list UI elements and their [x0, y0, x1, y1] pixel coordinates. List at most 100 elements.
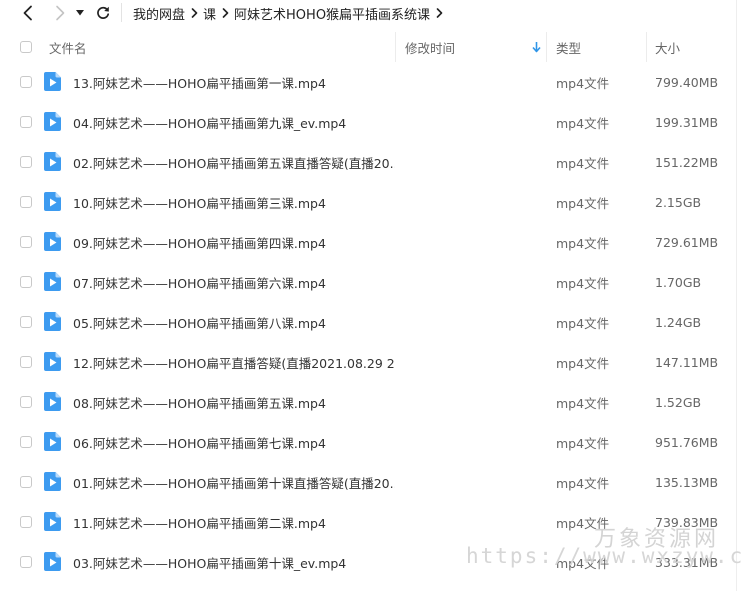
file-name[interactable]: 03.阿妹艺术——HOHO扁平插画第十课_ev.mp4	[73, 542, 395, 582]
row-checkbox[interactable]	[20, 356, 32, 368]
file-type: mp4文件	[556, 435, 610, 451]
table-row[interactable]: 05.阿妹艺术——HOHO扁平插画第八课.mp4 mp4文件 1.24GB	[0, 302, 743, 342]
file-size: 147.11MB	[655, 354, 719, 370]
table-row[interactable]: 07.阿妹艺术——HOHO扁平插画第六课.mp4 mp4文件 1.70GB	[0, 262, 743, 302]
file-browser-window: 我的网盘 课 阿妹艺术HOHO猴扁平插画系统课 文件名 修改时间 类型 大小 1…	[0, 0, 743, 591]
file-size: 199.31MB	[655, 114, 719, 130]
table-row[interactable]: 02.阿妹艺术——HOHO扁平插画第五课直播答疑(直播20... mp4文件 151…	[0, 142, 743, 182]
table-row[interactable]: 10.阿妹艺术——HOHO扁平插画第三课.mp4 mp4文件 2.15GB	[0, 182, 743, 222]
file-type: mp4文件	[556, 75, 610, 91]
file-type: mp4文件	[556, 555, 610, 571]
file-type: mp4文件	[556, 355, 610, 371]
caret-down-icon	[76, 10, 84, 16]
video-file-icon	[44, 232, 61, 251]
file-type: mp4文件	[556, 475, 610, 491]
chevron-right-icon[interactable]	[430, 0, 448, 26]
row-checkbox[interactable]	[20, 76, 32, 88]
file-size: 1.70GB	[655, 274, 702, 290]
back-button[interactable]	[14, 0, 42, 26]
video-file-icon	[44, 472, 61, 491]
row-checkbox[interactable]	[20, 516, 32, 528]
file-name[interactable]: 01.阿妹艺术——HOHO扁平插画第十课直播答疑(直播20...	[73, 462, 395, 502]
file-size: 799.40MB	[655, 74, 719, 90]
video-file-icon	[44, 152, 61, 171]
table-row[interactable]: 03.阿妹艺术——HOHO扁平插画第十课_ev.mp4 mp4文件 333.31MB	[0, 542, 743, 582]
chevron-right-icon	[185, 0, 203, 26]
history-dropdown-button[interactable]	[73, 0, 87, 26]
row-checkbox[interactable]	[20, 156, 32, 168]
file-name[interactable]: 09.阿妹艺术——HOHO扁平插画第四课.mp4	[73, 222, 395, 262]
row-checkbox[interactable]	[20, 436, 32, 448]
chevron-left-icon	[23, 5, 32, 21]
breadcrumb-item-current-folder[interactable]: 阿妹艺术HOHO猴扁平插画系统课	[234, 4, 430, 23]
video-file-icon	[44, 72, 61, 91]
column-divider[interactable]	[395, 32, 396, 62]
column-divider[interactable]	[546, 32, 547, 62]
row-checkbox[interactable]	[20, 316, 32, 328]
file-size: 729.61MB	[655, 234, 719, 250]
file-name[interactable]: 11.阿妹艺术——HOHO扁平插画第二课.mp4	[73, 502, 395, 542]
file-list: 13.阿妹艺术——HOHO扁平插画第一课.mp4 mp4文件 799.40MB 04.…	[0, 62, 743, 582]
column-header-name[interactable]: 文件名	[49, 32, 389, 62]
table-row[interactable]: 08.阿妹艺术——HOHO扁平插画第五课.mp4 mp4文件 1.52GB	[0, 382, 743, 422]
video-file-icon	[44, 272, 61, 291]
file-name[interactable]: 08.阿妹艺术——HOHO扁平插画第五课.mp4	[73, 382, 395, 422]
file-size: 1.52GB	[655, 394, 702, 410]
file-type: mp4文件	[556, 275, 610, 291]
file-name[interactable]: 07.阿妹艺术——HOHO扁平插画第六课.mp4	[73, 262, 395, 302]
file-name[interactable]: 13.阿妹艺术——HOHO扁平插画第一课.mp4	[73, 62, 395, 102]
refresh-button[interactable]	[92, 0, 114, 26]
row-checkbox[interactable]	[20, 556, 32, 568]
video-file-icon	[44, 432, 61, 451]
row-checkbox[interactable]	[20, 236, 32, 248]
file-name[interactable]: 06.阿妹艺术——HOHO扁平插画第七课.mp4	[73, 422, 395, 462]
row-checkbox[interactable]	[20, 276, 32, 288]
video-file-icon	[44, 552, 61, 571]
table-row[interactable]: 09.阿妹艺术——HOHO扁平插画第四课.mp4 mp4文件 729.61MB	[0, 222, 743, 262]
file-name[interactable]: 04.阿妹艺术——HOHO扁平插画第九课_ev.mp4	[73, 102, 395, 142]
table-row[interactable]: 12.阿妹艺术——HOHO扁平直播答疑(直播2021.08.29 2... mp4…	[0, 342, 743, 382]
file-type: mp4文件	[556, 515, 610, 531]
breadcrumb-item-my-drive[interactable]: 我的网盘	[133, 4, 185, 23]
video-file-icon	[44, 512, 61, 531]
table-row[interactable]: 01.阿妹艺术——HOHO扁平插画第十课直播答疑(直播20... mp4文件 135…	[0, 462, 743, 502]
video-file-icon	[44, 352, 61, 371]
column-header-modified[interactable]: 修改时间	[405, 32, 545, 62]
file-size: 1.24GB	[655, 314, 702, 330]
row-checkbox[interactable]	[20, 476, 32, 488]
file-size: 951.76MB	[655, 434, 719, 450]
row-checkbox[interactable]	[20, 116, 32, 128]
column-header-modified-label: 修改时间	[405, 40, 456, 56]
video-file-icon	[44, 192, 61, 211]
refresh-icon	[97, 6, 110, 19]
breadcrumb-item-course[interactable]: 课	[203, 4, 216, 23]
file-type: mp4文件	[556, 395, 610, 411]
file-type: mp4文件	[556, 195, 610, 211]
file-name[interactable]: 02.阿妹艺术——HOHO扁平插画第五课直播答疑(直播20...	[73, 142, 395, 182]
row-checkbox[interactable]	[20, 396, 32, 408]
video-file-icon	[44, 112, 61, 131]
file-type: mp4文件	[556, 235, 610, 251]
file-type: mp4文件	[556, 155, 610, 171]
row-checkbox[interactable]	[20, 196, 32, 208]
file-name[interactable]: 10.阿妹艺术——HOHO扁平插画第三课.mp4	[73, 182, 395, 222]
file-size: 333.31MB	[655, 554, 719, 570]
file-size: 151.22MB	[655, 154, 719, 170]
column-divider[interactable]	[646, 32, 647, 62]
file-type: mp4文件	[556, 315, 610, 331]
file-name[interactable]: 12.阿妹艺术——HOHO扁平直播答疑(直播2021.08.29 2...	[73, 342, 395, 382]
table-row[interactable]: 13.阿妹艺术——HOHO扁平插画第一课.mp4 mp4文件 799.40MB	[0, 62, 743, 102]
column-header-type[interactable]: 类型	[556, 32, 636, 62]
file-table-header: 文件名 修改时间 类型 大小	[0, 32, 743, 62]
file-name[interactable]: 05.阿妹艺术——HOHO扁平插画第八课.mp4	[73, 302, 395, 342]
table-row[interactable]: 06.阿妹艺术——HOHO扁平插画第七课.mp4 mp4文件 951.76MB	[0, 422, 743, 462]
column-header-size[interactable]: 大小	[655, 32, 735, 62]
table-row[interactable]: 04.阿妹艺术——HOHO扁平插画第九课_ev.mp4 mp4文件 199.31MB	[0, 102, 743, 142]
file-type: mp4文件	[556, 115, 610, 131]
table-row[interactable]: 11.阿妹艺术——HOHO扁平插画第二课.mp4 mp4文件 739.83MB	[0, 502, 743, 542]
chevron-right-icon	[216, 0, 234, 26]
select-all-checkbox[interactable]	[20, 41, 32, 53]
forward-button[interactable]	[47, 0, 73, 26]
scroll-area-edge	[736, 0, 737, 591]
arrow-down-icon	[532, 42, 541, 53]
